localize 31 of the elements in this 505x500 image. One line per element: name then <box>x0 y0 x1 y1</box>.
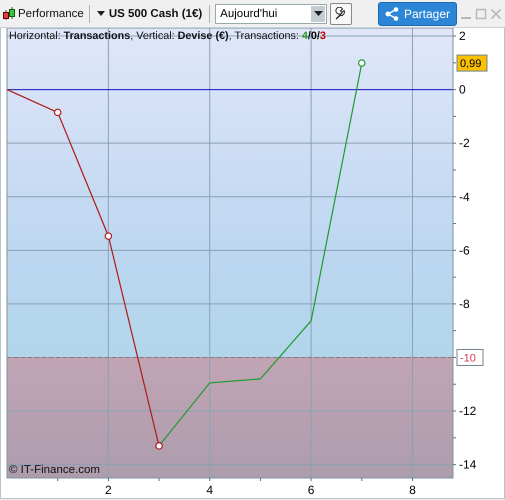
candlestick-icon <box>3 6 15 22</box>
y-axis-label: -8 <box>459 296 470 311</box>
share-icon <box>384 6 399 20</box>
y-axis-label: -2 <box>459 136 470 150</box>
data-point <box>54 108 62 116</box>
caret-icon <box>314 11 323 16</box>
instrument-dropdown[interactable]: US 500 Cash (1€) <box>94 6 204 22</box>
data-point <box>104 232 112 240</box>
y-axis-label: -4 <box>459 190 470 204</box>
y-axis-label: -6 <box>459 243 470 258</box>
x-axis-label: 4 <box>206 483 214 497</box>
y-axis-label: -12 <box>459 404 476 418</box>
threshold-label: -10 <box>460 352 476 364</box>
data-point <box>358 59 366 67</box>
caret-icon <box>96 11 105 16</box>
x-axis-label: 2 <box>105 483 112 497</box>
share-button[interactable]: Partager <box>378 2 457 26</box>
threshold-badge <box>456 348 484 366</box>
data-point <box>155 442 163 450</box>
y-axis-label: 2 <box>459 29 466 44</box>
chart-info: Horizontal: Transactions, Vertical: Devise (€), Transactions: 4/0/3 <box>9 30 326 42</box>
period-select[interactable]: Aujourd'hui <box>215 4 328 24</box>
view-title[interactable]: Performance <box>18 8 84 20</box>
y-axis-label: 0 <box>459 82 466 97</box>
copyright-text: © IT-Finance.com <box>9 464 100 476</box>
last-value-badge <box>456 54 488 72</box>
x-axis-label: 8 <box>409 483 416 497</box>
last-value-label: 0,99 <box>460 58 482 70</box>
y-axis-label: -14 <box>459 458 476 472</box>
settings-button[interactable] <box>330 2 352 24</box>
x-axis-label: 6 <box>308 483 314 497</box>
